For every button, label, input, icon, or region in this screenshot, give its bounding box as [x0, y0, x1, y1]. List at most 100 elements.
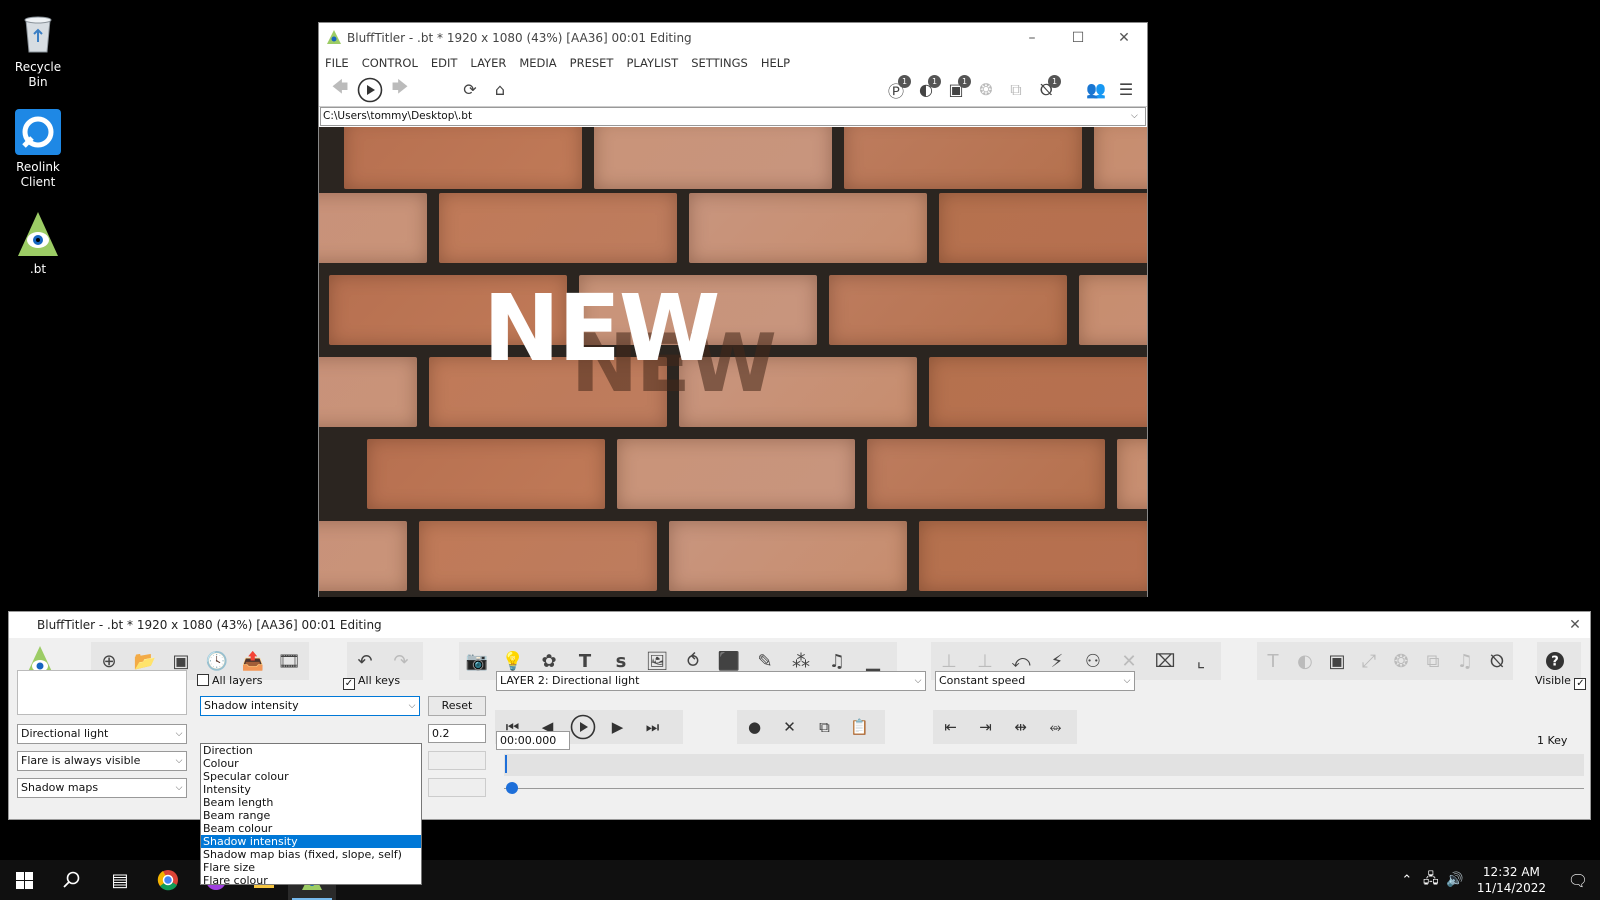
dropdown-option[interactable]: Beam colour	[201, 822, 421, 835]
step-forward-icon[interactable]: ▶	[600, 710, 635, 744]
network-icon[interactable]: 🖧	[1419, 860, 1443, 900]
dropdown-option[interactable]: Flare colour	[201, 874, 421, 887]
app-icon	[327, 29, 341, 47]
chevron-up-icon[interactable]: ⌃	[1395, 860, 1419, 900]
align-end-icon[interactable]: ⇥	[968, 710, 1003, 744]
forward-icon[interactable]: 🡆	[385, 76, 415, 104]
tool-layer-icon[interactable]: ⦰ 1	[1031, 74, 1061, 104]
align-start-icon[interactable]: ⇤	[933, 710, 968, 744]
dropdown-option[interactable]: Flare size	[201, 861, 421, 874]
timeline-thumb[interactable]	[506, 782, 518, 794]
play-button[interactable]	[355, 76, 385, 104]
menu-settings[interactable]: SETTINGS	[691, 56, 748, 70]
path-combobox[interactable]: C:\Users\tommy\Desktop\.bt ⌵	[320, 107, 1146, 126]
editor-titlebar[interactable]: BluffTitler - .bt * 1920 x 1080 (43%) [A…	[9, 612, 1590, 638]
minimize-button[interactable]: –	[1009, 23, 1055, 53]
menu-playlist[interactable]: PLAYLIST	[626, 56, 678, 70]
scale-icon[interactable]: ⤢	[1353, 643, 1385, 679]
reset-button[interactable]: Reset	[428, 696, 486, 716]
speed-select[interactable]: Constant speed ⌵	[935, 671, 1135, 691]
menu-help[interactable]: HELP	[761, 56, 790, 70]
skip-end-icon[interactable]: ⏭	[635, 710, 670, 744]
timeline-slider[interactable]	[504, 788, 1584, 789]
layer-select[interactable]: LAYER 2: Directional light ⌵	[496, 671, 926, 691]
property-select[interactable]: Shadow intensity ⌵	[200, 696, 420, 716]
count-badge: 1	[928, 74, 941, 88]
dropdown-option[interactable]: Intensity	[201, 783, 421, 796]
menu-edit[interactable]: EDIT	[431, 56, 458, 70]
key-track[interactable]	[504, 754, 1584, 776]
users-icon[interactable]: 👥	[1081, 76, 1111, 104]
record-key-icon[interactable]: ●	[737, 710, 772, 744]
menu-control[interactable]: CONTROL	[362, 56, 418, 70]
shadow-mode-select[interactable]: Shadow maps ⌵	[17, 778, 187, 798]
search-icon[interactable]	[48, 860, 96, 900]
desktop-icon-bt[interactable]: .bt	[4, 210, 72, 277]
copy-layer-icon[interactable]: ⧉	[1001, 76, 1031, 104]
notification-icon[interactable]: 🗨	[1556, 860, 1600, 900]
play-circle-icon[interactable]	[565, 710, 600, 744]
brick	[319, 521, 407, 591]
text-style-icon[interactable]: T	[1257, 643, 1289, 679]
back-icon[interactable]: 🡄	[325, 76, 355, 104]
brick	[939, 193, 1147, 263]
dropdown-option[interactable]: Specular colour	[201, 770, 421, 783]
text-layer-icon[interactable]: Ⓟ 1	[881, 74, 911, 104]
dropdown-option[interactable]: Beam length	[201, 796, 421, 809]
dropdown-option[interactable]: Colour	[201, 757, 421, 770]
copy-key-icon[interactable]: ⧉	[807, 710, 842, 744]
flare-mode-select[interactable]: Flare is always visible ⌵	[17, 751, 187, 771]
render-preview[interactable]: NEW NEW	[319, 127, 1147, 597]
stretch-icon[interactable]: ⇹	[1003, 710, 1038, 744]
menu-media[interactable]: MEDIA	[519, 56, 556, 70]
wand-icon[interactable]: ⦰	[1481, 643, 1513, 679]
clock[interactable]: 12:32 AM 11/14/2022	[1467, 864, 1556, 896]
desktop-icon-reolink[interactable]: Reolink Client	[4, 108, 72, 190]
picture-layer-icon[interactable]: ▣ 1	[941, 74, 971, 104]
task-view-icon[interactable]: ▤	[96, 860, 144, 900]
share-icon[interactable]: ❂	[1385, 643, 1417, 679]
refresh-icon[interactable]: ⟳	[455, 76, 485, 104]
menu-file[interactable]: FILE	[325, 56, 349, 70]
all-layers-checkbox[interactable]: All layers	[197, 674, 262, 687]
layer-type-select[interactable]: Directional light ⌵	[17, 724, 187, 744]
hamburger-menu-icon[interactable]: ☰	[1111, 76, 1141, 104]
preview-titlebar[interactable]: BluffTitler - .bt * 1920 x 1080 (43%) [A…	[319, 23, 1147, 53]
film-icon[interactable]: 🎞	[271, 643, 307, 679]
audio-icon[interactable]: ♫	[1449, 643, 1481, 679]
visible-checkbox[interactable]: Visible ✓	[1535, 674, 1589, 690]
camera-icon[interactable]: 📷	[459, 643, 495, 679]
value-input-3[interactable]	[428, 778, 486, 797]
volume-icon[interactable]: 🔊	[1443, 860, 1467, 900]
all-keys-checkbox[interactable]: ✓ All keys	[343, 674, 400, 690]
dropdown-option[interactable]: Shadow map bias (fixed, slope, self)	[201, 848, 421, 861]
dropdown-option[interactable]: Direction	[201, 744, 421, 757]
dropdown-option[interactable]: Beam range	[201, 809, 421, 822]
maximize-button[interactable]: ☐	[1055, 23, 1101, 53]
chrome-icon[interactable]	[144, 860, 192, 900]
editor-close-button[interactable]: ✕	[1560, 612, 1590, 638]
dropdown-option[interactable]: Shadow intensity	[201, 835, 421, 848]
image-tool-icon[interactable]: ▣	[1321, 643, 1353, 679]
value-input[interactable]: 0.2	[428, 724, 486, 743]
abc-icon[interactable]: ◐	[1289, 643, 1321, 679]
key-marker[interactable]	[505, 755, 507, 773]
close-button[interactable]: ✕	[1101, 23, 1147, 53]
delete-key-icon[interactable]: ✕	[772, 710, 807, 744]
windows-start-icon[interactable]	[0, 860, 48, 900]
paste-key-icon[interactable]: 📋	[842, 710, 877, 744]
menu-layer[interactable]: LAYER	[470, 56, 506, 70]
time-input[interactable]: 00:00.000	[496, 731, 570, 750]
delete-key-icon[interactable]: ⌧	[1147, 643, 1183, 679]
home-icon[interactable]: ⌂	[485, 76, 515, 104]
abc-layer-icon[interactable]: ◐ 1	[911, 74, 941, 104]
desktop-icon-recycle-bin[interactable]: Recycle Bin	[4, 8, 72, 90]
split-time-icon[interactable]: ⥈	[1038, 710, 1073, 744]
chevron-down-icon: ⌵	[1123, 676, 1131, 686]
particle-layer-icon[interactable]: ❂	[971, 76, 1001, 104]
copy-icon[interactable]: ⧉	[1417, 643, 1449, 679]
menu-preset[interactable]: PRESET	[570, 56, 614, 70]
align-icon[interactable]: ⌞	[1183, 643, 1219, 679]
brick	[867, 439, 1105, 509]
value-input-2[interactable]	[428, 751, 486, 770]
